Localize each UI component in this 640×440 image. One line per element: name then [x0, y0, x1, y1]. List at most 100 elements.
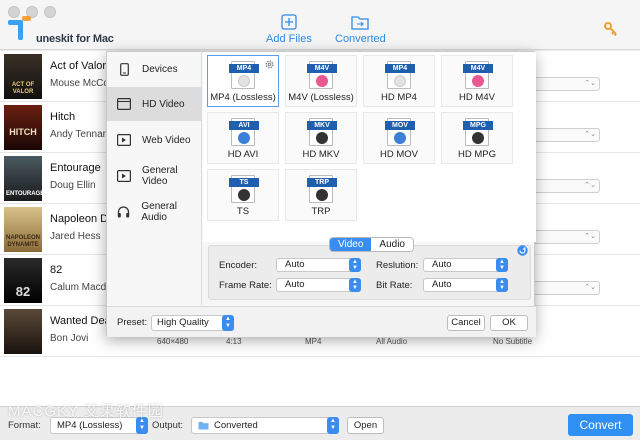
zoom-window-button[interactable]: [44, 6, 56, 18]
avi-file-icon: AVI: [229, 118, 259, 146]
settings-panel: Encoder: Auto ▲ ▼ Reslution: Auto ▲ ▼ Frame …: [208, 245, 531, 300]
format-label: Format:: [8, 420, 41, 431]
category-label: General Audio: [141, 201, 177, 223]
category-label: Devices: [142, 63, 178, 75]
mkv-file-icon: MKV: [307, 118, 337, 146]
movie-director: Doug Ellin: [50, 180, 96, 191]
add-files-button[interactable]: Add Files: [266, 14, 312, 45]
headphones-icon: [117, 205, 130, 219]
format-label: HD MPG: [458, 149, 496, 160]
gear-icon[interactable]: [264, 59, 275, 70]
open-button[interactable]: Open: [347, 417, 384, 434]
format-label: MP4 (Lossless): [210, 92, 276, 103]
format-hd-mov[interactable]: MOV HD MOV: [363, 112, 435, 164]
watermark: MACGKY 艾果软件园: [8, 403, 164, 420]
folder-icon: [351, 16, 370, 30]
format-label: TS: [236, 206, 250, 217]
m4v-file-icon: M4V: [463, 61, 493, 89]
resolution-info: 640×480: [157, 337, 189, 346]
category-label: HD Video: [142, 98, 185, 110]
ok-button[interactable]: OK: [490, 315, 528, 331]
trp-file-icon: TRP: [307, 175, 337, 203]
output-label: Output:: [152, 420, 184, 431]
preset-select[interactable]: High Quality ▲ ▼: [151, 315, 234, 331]
movie-title: Hitch: [50, 111, 76, 123]
format-label: HD MP4: [381, 92, 417, 103]
category-general-video[interactable]: General Video: [107, 159, 202, 193]
movie-director: Andy Tennant: [50, 129, 111, 140]
web-video-icon: [117, 133, 131, 147]
folder-icon: [198, 422, 209, 430]
category-label: Web Video: [142, 134, 191, 146]
movie-poster: ENTOURAGE: [4, 156, 42, 201]
key-icon[interactable]: [604, 22, 618, 36]
movie-poster: ACT OF VALOR: [4, 54, 42, 99]
movie-title: Entourage: [50, 162, 101, 174]
film-icon: [117, 169, 131, 183]
duration-info: 4:13: [226, 337, 242, 346]
format-hd-m4v[interactable]: M4V HD M4V: [441, 55, 513, 107]
format-hd-mpg[interactable]: MPG HD MPG: [441, 112, 513, 164]
category-hd-video[interactable]: HD Video: [107, 87, 202, 121]
mp4-file-icon: MP4: [229, 61, 259, 89]
frame-rate-label: Frame Rate:: [219, 280, 272, 291]
mov-file-icon: MOV: [385, 118, 415, 146]
resolution-label: Reslution:: [376, 260, 419, 271]
convert-button[interactable]: Convert: [568, 414, 633, 436]
app-brand: uneskit for Mac: [36, 33, 114, 45]
phone-icon: [117, 62, 131, 76]
format-ts[interactable]: TS TS: [207, 169, 279, 221]
cancel-button[interactable]: Cancel: [447, 315, 485, 331]
category-list: Devices HD Video Web Video General Video…: [107, 52, 202, 305]
title-bar: uneskit for Mac Add Files Converted: [0, 0, 640, 50]
format-hd-avi[interactable]: AVI HD AVI: [207, 112, 279, 164]
category-label: General Video: [142, 165, 178, 187]
movie-title: 82: [50, 264, 63, 276]
format-label: HD MOV: [380, 149, 418, 160]
m4v-file-icon: M4V: [307, 61, 337, 89]
preset-label: Preset:: [117, 317, 148, 328]
movie-director: Bon Jovi: [50, 333, 89, 344]
format-trp[interactable]: TRP TRP: [285, 169, 357, 221]
converted-button[interactable]: Converted: [335, 14, 386, 45]
format-grid: MP4 MP4 (Lossless) M4V M4V (Lossless) MP…: [203, 52, 536, 242]
bit-rate-select[interactable]: Auto ▲ ▼: [423, 278, 508, 292]
converted-label: Converted: [335, 33, 386, 45]
format-hd-mkv[interactable]: MKV HD MKV: [285, 112, 357, 164]
format-label: TRP: [311, 206, 331, 217]
tab-audio[interactable]: Audio: [371, 238, 413, 251]
frame-rate-select[interactable]: Auto ▲ ▼: [276, 278, 361, 292]
movie-poster: NAPOLEON DYNAMITE: [4, 207, 42, 252]
encoder-select[interactable]: Auto ▲ ▼: [276, 258, 361, 272]
tab-video[interactable]: Video: [330, 238, 372, 251]
category-general-audio[interactable]: General Audio: [107, 195, 202, 229]
mp4-file-icon: MP4: [385, 61, 415, 89]
movie-director: Jared Hess: [50, 231, 101, 242]
format-m4v-lossless[interactable]: M4V M4V (Lossless): [285, 55, 357, 107]
movie-poster: HITCH: [4, 105, 42, 150]
format-popup: Devices HD Video Web Video General Video…: [106, 51, 536, 337]
popup-footer: Preset: High Quality ▲ ▼ Cancel OK: [107, 306, 536, 337]
category-devices[interactable]: Devices: [107, 52, 202, 86]
bit-rate-label: Bit Rate:: [376, 280, 413, 291]
subtitle-info: No Subtitle: [493, 337, 533, 346]
video-audio-tabs: Video Audio: [329, 237, 414, 252]
format-mp4-lossless[interactable]: MP4 MP4 (Lossless): [207, 55, 279, 107]
resolution-select[interactable]: Auto ▲ ▼: [423, 258, 508, 272]
mpg-file-icon: MPG: [463, 118, 493, 146]
format-hd-mp4[interactable]: MP4 HD MP4: [363, 55, 435, 107]
encoder-label: Encoder:: [219, 260, 258, 271]
category-web-video[interactable]: Web Video: [107, 123, 202, 157]
add-files-label: Add Files: [266, 33, 312, 45]
format-label: HD MKV: [302, 149, 340, 160]
movie-title: Act of Valor: [50, 60, 107, 72]
output-select[interactable]: Converted ▲ ▼: [191, 417, 339, 434]
add-files-icon: [281, 14, 297, 30]
movie-poster: 82: [4, 258, 42, 303]
movie-poster: [4, 309, 42, 354]
hd-video-icon: [117, 97, 131, 111]
format-info: MP4: [305, 337, 322, 346]
format-label: M4V (Lossless): [288, 92, 354, 103]
movie-director: Mouse McCoy: [50, 78, 114, 89]
reset-icon[interactable]: [517, 245, 528, 256]
